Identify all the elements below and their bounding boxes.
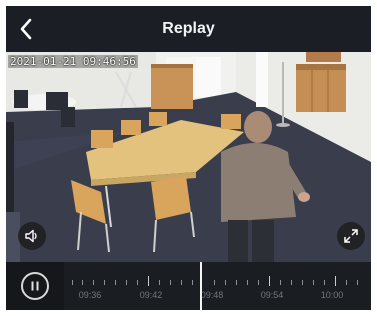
timeline-tick xyxy=(302,280,303,285)
timeline-tick xyxy=(104,280,105,285)
timeline-tick xyxy=(137,280,138,285)
timeline-tick xyxy=(324,280,325,285)
speaker-icon xyxy=(25,229,37,243)
timeline-label: 09:54 xyxy=(260,290,284,300)
header-bar: Replay xyxy=(6,6,371,52)
timeline-tick xyxy=(313,280,314,285)
timeline-tick xyxy=(82,280,83,285)
pause-button[interactable] xyxy=(21,272,49,300)
timeline-label: 10:00 xyxy=(320,290,344,300)
timeline-tick xyxy=(346,280,347,285)
timeline-tick xyxy=(214,280,215,285)
fullscreen-icon xyxy=(344,229,358,243)
video-player[interactable]: 2021-01-21 09:46:56 xyxy=(6,52,371,262)
playhead[interactable] xyxy=(200,262,202,310)
timeline-tick xyxy=(225,280,226,285)
timeline-major-tick xyxy=(148,276,149,286)
timeline-tick xyxy=(115,280,116,285)
timeline-scrubber[interactable]: 09:36 09:42 09:48 09:54 10:00 xyxy=(64,262,371,310)
timeline-tick xyxy=(170,280,171,285)
timeline-label: 09:36 xyxy=(78,290,102,300)
pause-icon xyxy=(31,281,39,291)
play-area xyxy=(6,262,64,310)
timeline-tick xyxy=(280,280,281,285)
timeline-tick xyxy=(126,280,127,285)
timeline-tick xyxy=(357,280,358,285)
timeline-tick xyxy=(72,280,73,285)
timeline-tick xyxy=(159,280,160,285)
timeline-tick xyxy=(181,280,182,285)
volume-button[interactable] xyxy=(18,222,46,250)
video-timestamp: 2021-01-21 09:46:56 xyxy=(8,55,138,68)
timeline-label: 09:48 xyxy=(200,290,224,300)
timeline-major-tick xyxy=(335,276,336,286)
timeline-tick xyxy=(247,280,248,285)
playback-controls: 09:36 09:42 09:48 09:54 10:00 xyxy=(6,262,371,310)
timeline-tick xyxy=(236,280,237,285)
page-title: Replay xyxy=(162,20,215,37)
timeline-major-tick xyxy=(269,276,270,286)
timeline-label: 09:42 xyxy=(139,290,163,300)
camera-frame xyxy=(6,52,371,262)
timeline-tick xyxy=(258,280,259,285)
timeline-tick xyxy=(93,280,94,285)
timeline-tick xyxy=(192,280,193,285)
fullscreen-button[interactable] xyxy=(337,222,365,250)
timeline-tick xyxy=(291,280,292,285)
